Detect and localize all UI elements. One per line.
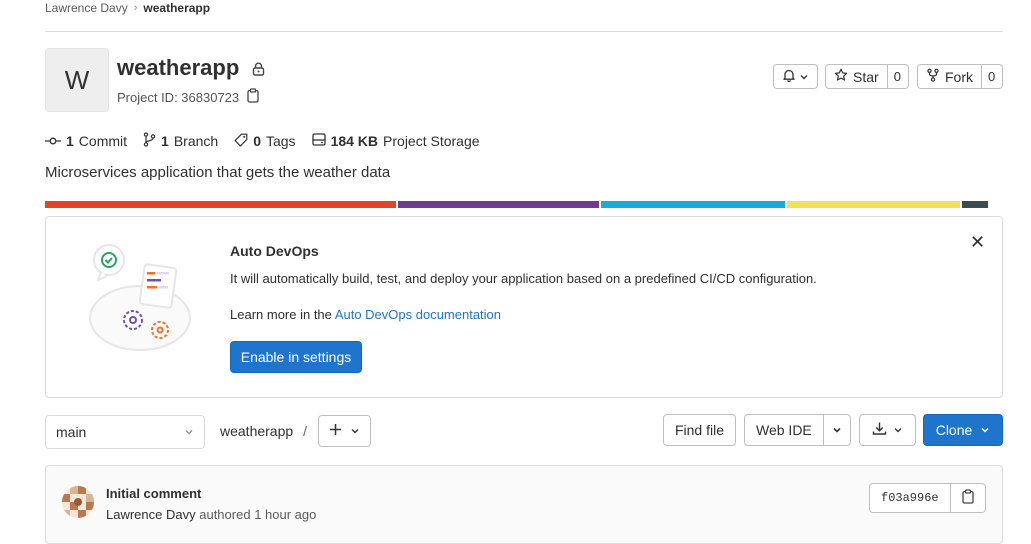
storage-stat[interactable]: 184 KB Project Storage (311, 132, 480, 150)
copy-sha-button[interactable] (951, 489, 985, 507)
star-count[interactable]: 0 (886, 65, 907, 88)
fork-label: Fork (945, 68, 973, 85)
clone-label: Clone (935, 422, 973, 438)
clipboard-icon (962, 489, 974, 507)
project-avatar[interactable]: W (45, 48, 109, 112)
download-icon (872, 421, 887, 439)
web-ide-button-group: Web IDE (744, 414, 851, 446)
language-bar-segment[interactable] (397, 201, 599, 208)
commit-time: 1 hour ago (254, 507, 317, 522)
breadcrumb: Lawrence Davy › weatherapp (45, 1, 210, 15)
divider (45, 31, 1003, 32)
download-button[interactable] (859, 414, 916, 446)
fork-button[interactable]: Fork 0 (917, 64, 1003, 89)
last-commit-card (45, 465, 1003, 544)
learn-more-prefix: Learn more in the (230, 307, 332, 322)
project-description: Microservices application that gets the … (45, 164, 391, 181)
commit-title[interactable]: Initial comment (106, 486, 201, 501)
clone-button[interactable]: Clone (923, 414, 1003, 446)
commits-stat[interactable]: 1 Commit (45, 132, 127, 150)
auto-devops-illustration (85, 238, 195, 361)
language-bar-segment[interactable] (600, 201, 785, 208)
close-icon[interactable]: ✕ (970, 232, 985, 253)
chevron-down-icon (184, 424, 194, 440)
star-label: Star (853, 68, 879, 85)
storage-size: 184 KB (330, 133, 379, 149)
clipboard-icon[interactable] (247, 88, 259, 106)
language-bar-segment[interactable] (786, 201, 960, 208)
project-id-text: Project ID: 36830723 (117, 89, 240, 105)
repo-path: weatherapp / (220, 423, 307, 439)
star-icon (834, 68, 848, 85)
language-bar (45, 201, 988, 208)
star-button[interactable]: Star 0 (825, 64, 909, 89)
commit-sha[interactable]: f03a996e (870, 484, 951, 512)
chevron-down-icon (832, 422, 842, 438)
language-bar-segment[interactable] (45, 201, 396, 208)
commit-icon (45, 133, 61, 149)
commit-author[interactable]: Lawrence Davy (106, 507, 196, 522)
notifications-button[interactable] (773, 64, 818, 89)
chevron-right-icon: › (133, 2, 138, 14)
chevron-down-icon (980, 422, 990, 438)
auto-devops-title: Auto DevOps (230, 243, 319, 259)
project-title: weatherapp (117, 55, 240, 80)
storage-icon (311, 133, 326, 149)
project-id: Project ID: 36830723 (117, 88, 259, 106)
add-to-tree-button[interactable] (318, 415, 371, 447)
breadcrumb-owner[interactable]: Lawrence Davy (45, 1, 128, 15)
branch-selector[interactable]: main (45, 415, 205, 449)
tags-label: Tags (265, 133, 296, 149)
branches-label: Branch (173, 133, 219, 149)
branch-name: main (56, 424, 87, 440)
auto-devops-text: It will automatically build, test, and d… (230, 271, 817, 286)
path-separator: / (303, 423, 307, 439)
branches-count: 1 (161, 133, 169, 149)
commit-meta: Lawrence Davy authored 1 hour ago (106, 507, 316, 522)
fork-icon (926, 68, 940, 85)
chevron-down-icon (350, 423, 360, 439)
chevron-down-icon (799, 69, 809, 85)
tags-count: 0 (253, 133, 261, 149)
branches-stat[interactable]: 1 Branch (143, 132, 218, 150)
commit-authored-word: authored (199, 507, 251, 522)
branch-icon (143, 132, 156, 150)
breadcrumb-project[interactable]: weatherapp (143, 1, 210, 15)
avatar[interactable] (62, 486, 94, 518)
plus-icon (329, 423, 342, 439)
commits-label: Commit (78, 133, 128, 149)
chevron-down-icon (893, 422, 903, 438)
project-stats: 1 Commit 1 Branch 0 Tags 184 KB Project … (45, 132, 480, 150)
find-file-button[interactable]: Find file (663, 414, 736, 446)
tags-stat[interactable]: 0 Tags (234, 132, 296, 150)
tag-icon (234, 133, 248, 150)
enable-in-settings-button[interactable]: Enable in settings (230, 341, 362, 373)
storage-label: Project Storage (383, 133, 480, 149)
repo-path-link[interactable]: weatherapp (220, 423, 293, 439)
fork-count[interactable]: 0 (981, 65, 1001, 88)
auto-devops-docs-link[interactable]: Auto DevOps documentation (335, 307, 501, 322)
language-bar-segment[interactable] (961, 201, 988, 208)
commits-count: 1 (66, 133, 74, 149)
auto-devops-learn-more: Learn more in the Auto DevOps documentat… (230, 307, 501, 322)
bell-icon (782, 68, 796, 85)
commit-sha-group: f03a996e (869, 483, 986, 513)
web-ide-button[interactable]: Web IDE (745, 415, 824, 445)
lock-icon (252, 62, 265, 81)
web-ide-dropdown-toggle[interactable] (824, 422, 850, 438)
